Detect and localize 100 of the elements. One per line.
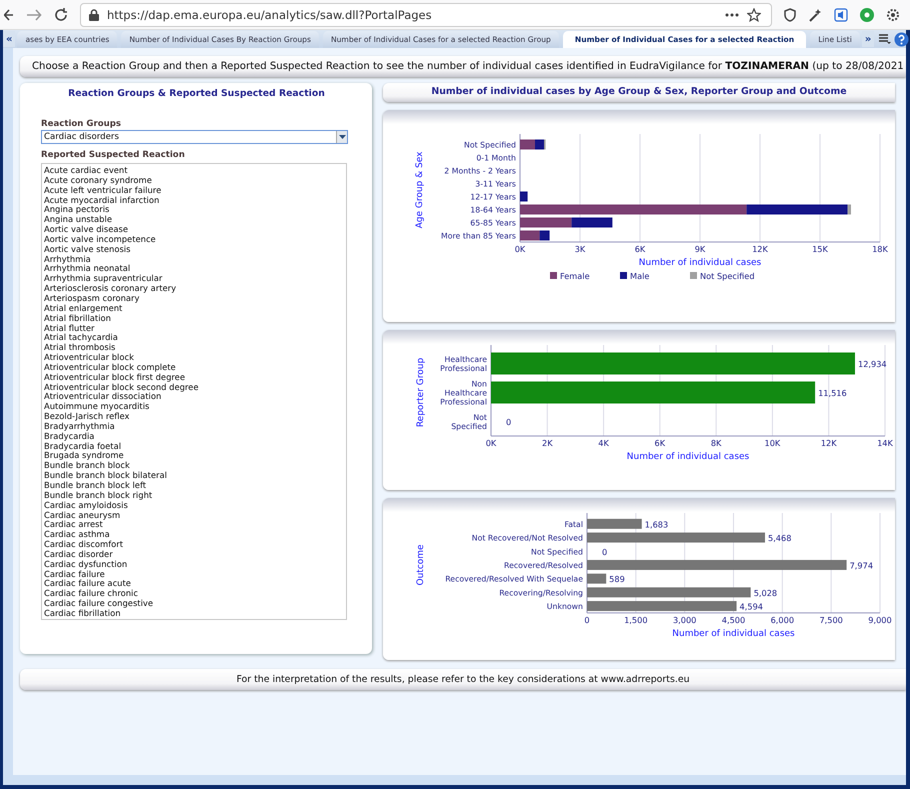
bar bbox=[587, 574, 606, 584]
reaction-option[interactable]: Cardiac aneurysm bbox=[44, 510, 344, 520]
scroll-tabs-right-button[interactable]: » bbox=[862, 31, 874, 47]
axis-tick-label: 8K bbox=[710, 438, 722, 448]
axis-tick-label: 4K bbox=[598, 438, 609, 448]
reaction-option[interactable]: Bundle branch block right bbox=[44, 490, 344, 501]
reaction-option[interactable]: Aortic valve incompetence bbox=[44, 234, 344, 245]
help-icon[interactable] bbox=[894, 32, 910, 46]
axis-title: Outcome bbox=[416, 544, 426, 586]
reaction-option[interactable]: Arrhythmia neonatal bbox=[44, 264, 344, 274]
reaction-option[interactable]: Bundle branch block bbox=[44, 461, 344, 472]
reaction-option[interactable]: Atrial tachycardia bbox=[44, 333, 344, 344]
axis-tick-label: 18K bbox=[872, 244, 888, 254]
reaction-option[interactable]: Bezold-Jarisch reflex bbox=[44, 412, 344, 422]
address-bar[interactable]: https://dap.ema.europa.eu/analytics/saw.dll?PortalPages bbox=[80, 2, 772, 26]
reaction-option[interactable]: Atrioventricular block bbox=[44, 353, 344, 363]
axis-title: Number of individual cases bbox=[626, 452, 750, 462]
reaction-option[interactable]: Aortic valve disease bbox=[44, 225, 344, 235]
axis-tick-label: 2K bbox=[542, 438, 553, 448]
reaction-option[interactable]: Arteriospasm coronary bbox=[44, 294, 344, 304]
reaction-option[interactable]: Arrhythmia supraventricular bbox=[44, 274, 344, 284]
axis-tick-label: 14K bbox=[877, 438, 893, 448]
axis-title: Reporter Group bbox=[416, 358, 426, 428]
reaction-option[interactable]: Aortic valve stenosis bbox=[44, 244, 344, 255]
axis-tick-label: 1,500 bbox=[624, 614, 648, 625]
scroll-tabs-left-button[interactable]: « bbox=[3, 31, 16, 47]
reaction-option[interactable]: Bundle branch block bilateral bbox=[44, 471, 344, 481]
reaction-option[interactable]: Atrial thrombosis bbox=[44, 343, 344, 354]
reaction-option[interactable]: Arteriosclerosis coronary artery bbox=[44, 284, 344, 294]
axis-tick-label: 0 bbox=[584, 614, 590, 625]
reaction-option[interactable]: Cardiac failure bbox=[44, 570, 344, 580]
reaction-option[interactable]: Cardiac amyloidosis bbox=[44, 500, 344, 511]
value-label: 11,516 bbox=[818, 388, 847, 398]
forward-icon[interactable] bbox=[26, 8, 42, 22]
reaction-option[interactable]: Autoimmune myocarditis bbox=[44, 402, 344, 412]
more-icon[interactable] bbox=[725, 12, 739, 16]
extension-icon[interactable] bbox=[860, 8, 874, 22]
legend-label: Female bbox=[560, 271, 590, 281]
bar bbox=[520, 218, 572, 228]
wand-icon[interactable] bbox=[808, 8, 822, 22]
reaction-option[interactable]: Brugada syndrome bbox=[44, 451, 344, 462]
bar bbox=[520, 192, 528, 202]
reload-icon[interactable] bbox=[54, 8, 68, 22]
reaction-option[interactable]: Atrial flutter bbox=[44, 324, 344, 334]
reaction-option[interactable]: Acute left ventricular failure bbox=[44, 186, 344, 196]
reaction-option[interactable]: Cardiac dysfunction bbox=[44, 560, 344, 570]
reaction-option[interactable]: Atrioventricular block second degree bbox=[44, 382, 344, 392]
reaction-option[interactable]: Arrhythmia bbox=[44, 254, 344, 264]
field-label: Reported Suspected Reaction bbox=[41, 150, 186, 160]
reaction-option[interactable]: Cardiac asthma bbox=[44, 530, 344, 540]
reaction-option[interactable]: Cardiac arrest bbox=[44, 520, 344, 530]
axis-tick-label: 9,000 bbox=[868, 614, 892, 625]
shield-icon[interactable] bbox=[784, 8, 796, 22]
back-icon[interactable] bbox=[4, 8, 14, 22]
panel-title: Reaction Groups & Reported Suspected Reaction bbox=[67, 87, 326, 101]
reaction-listbox[interactable] bbox=[41, 163, 347, 620]
axis-tick-label: 0K bbox=[514, 244, 526, 254]
axis-tick-label: 15K bbox=[812, 244, 828, 254]
legend-label: Not Specified bbox=[700, 271, 755, 281]
axis-tick-label: 3,000 bbox=[672, 614, 696, 625]
field-label: Reaction Groups bbox=[41, 119, 122, 129]
axis-tick-label: 9K bbox=[694, 244, 706, 254]
reaction-option[interactable]: Atrioventricular block complete bbox=[44, 362, 344, 373]
reaction-option[interactable]: Acute coronary syndrome bbox=[44, 176, 344, 186]
reaction-option[interactable]: Cardiac discomfort bbox=[44, 540, 344, 550]
reaction-option[interactable]: Cardiac fibrillation bbox=[44, 608, 344, 619]
page-options-icon[interactable] bbox=[878, 33, 892, 45]
reaction-option[interactable]: Acute myocardial infarction bbox=[44, 196, 344, 206]
reaction-option[interactable]: Atrial enlargement bbox=[44, 304, 344, 314]
speaker-icon[interactable] bbox=[834, 8, 848, 22]
instruction-banner: Choose a Reaction Group and then a Reported Suspected Reaction to see the number of individual cases identified in EudraVigilance for TOZINAMERAN (up to 28/08/2021 bbox=[20, 56, 906, 77]
legend-label: Male bbox=[630, 271, 650, 281]
reaction-option[interactable]: Bradyarrhythmia bbox=[44, 422, 344, 432]
reaction-option[interactable]: Angina unstable bbox=[44, 215, 344, 226]
reaction-option[interactable]: Angina pectoris bbox=[44, 205, 344, 216]
star-icon[interactable] bbox=[747, 8, 761, 22]
reaction-option[interactable]: Atrioventricular dissociation bbox=[44, 392, 344, 402]
value-label: 4,594 bbox=[740, 602, 764, 612]
value-label: 7,974 bbox=[850, 560, 874, 570]
reaction-option[interactable]: Bundle branch block left bbox=[44, 481, 344, 491]
bar bbox=[587, 518, 642, 529]
reaction-option[interactable]: Cardiac failure chronic bbox=[44, 589, 344, 600]
reaction-option[interactable]: Bradycardia foetal bbox=[44, 442, 344, 452]
reaction-option[interactable]: Cardiac failure congestive bbox=[44, 599, 344, 609]
axis-tick-label: 3K bbox=[574, 244, 586, 254]
axis-tick-label: 6,000 bbox=[770, 614, 794, 625]
gear-icon[interactable] bbox=[886, 8, 900, 22]
bar bbox=[572, 218, 612, 228]
reaction-option[interactable]: Bradycardia bbox=[44, 432, 344, 442]
value-label: 5,028 bbox=[754, 588, 778, 598]
reaction-option[interactable]: Cardiac failure acute bbox=[44, 579, 344, 590]
reaction-group-dropdown[interactable]: Cardiac disorders bbox=[41, 130, 348, 144]
reaction-option[interactable]: Atrioventricular block first degree bbox=[44, 372, 344, 383]
reaction-option[interactable]: Atrial fibrillation bbox=[44, 314, 344, 324]
reaction-option[interactable]: Cardiac disorder bbox=[44, 550, 344, 560]
lock-icon bbox=[89, 8, 99, 20]
axis-title: Age Group & Sex bbox=[415, 152, 425, 228]
reaction-option[interactable]: Acute cardiac event bbox=[44, 166, 344, 176]
value-label: 0 bbox=[506, 417, 512, 427]
axis-tick-label: 7,500 bbox=[819, 614, 843, 625]
